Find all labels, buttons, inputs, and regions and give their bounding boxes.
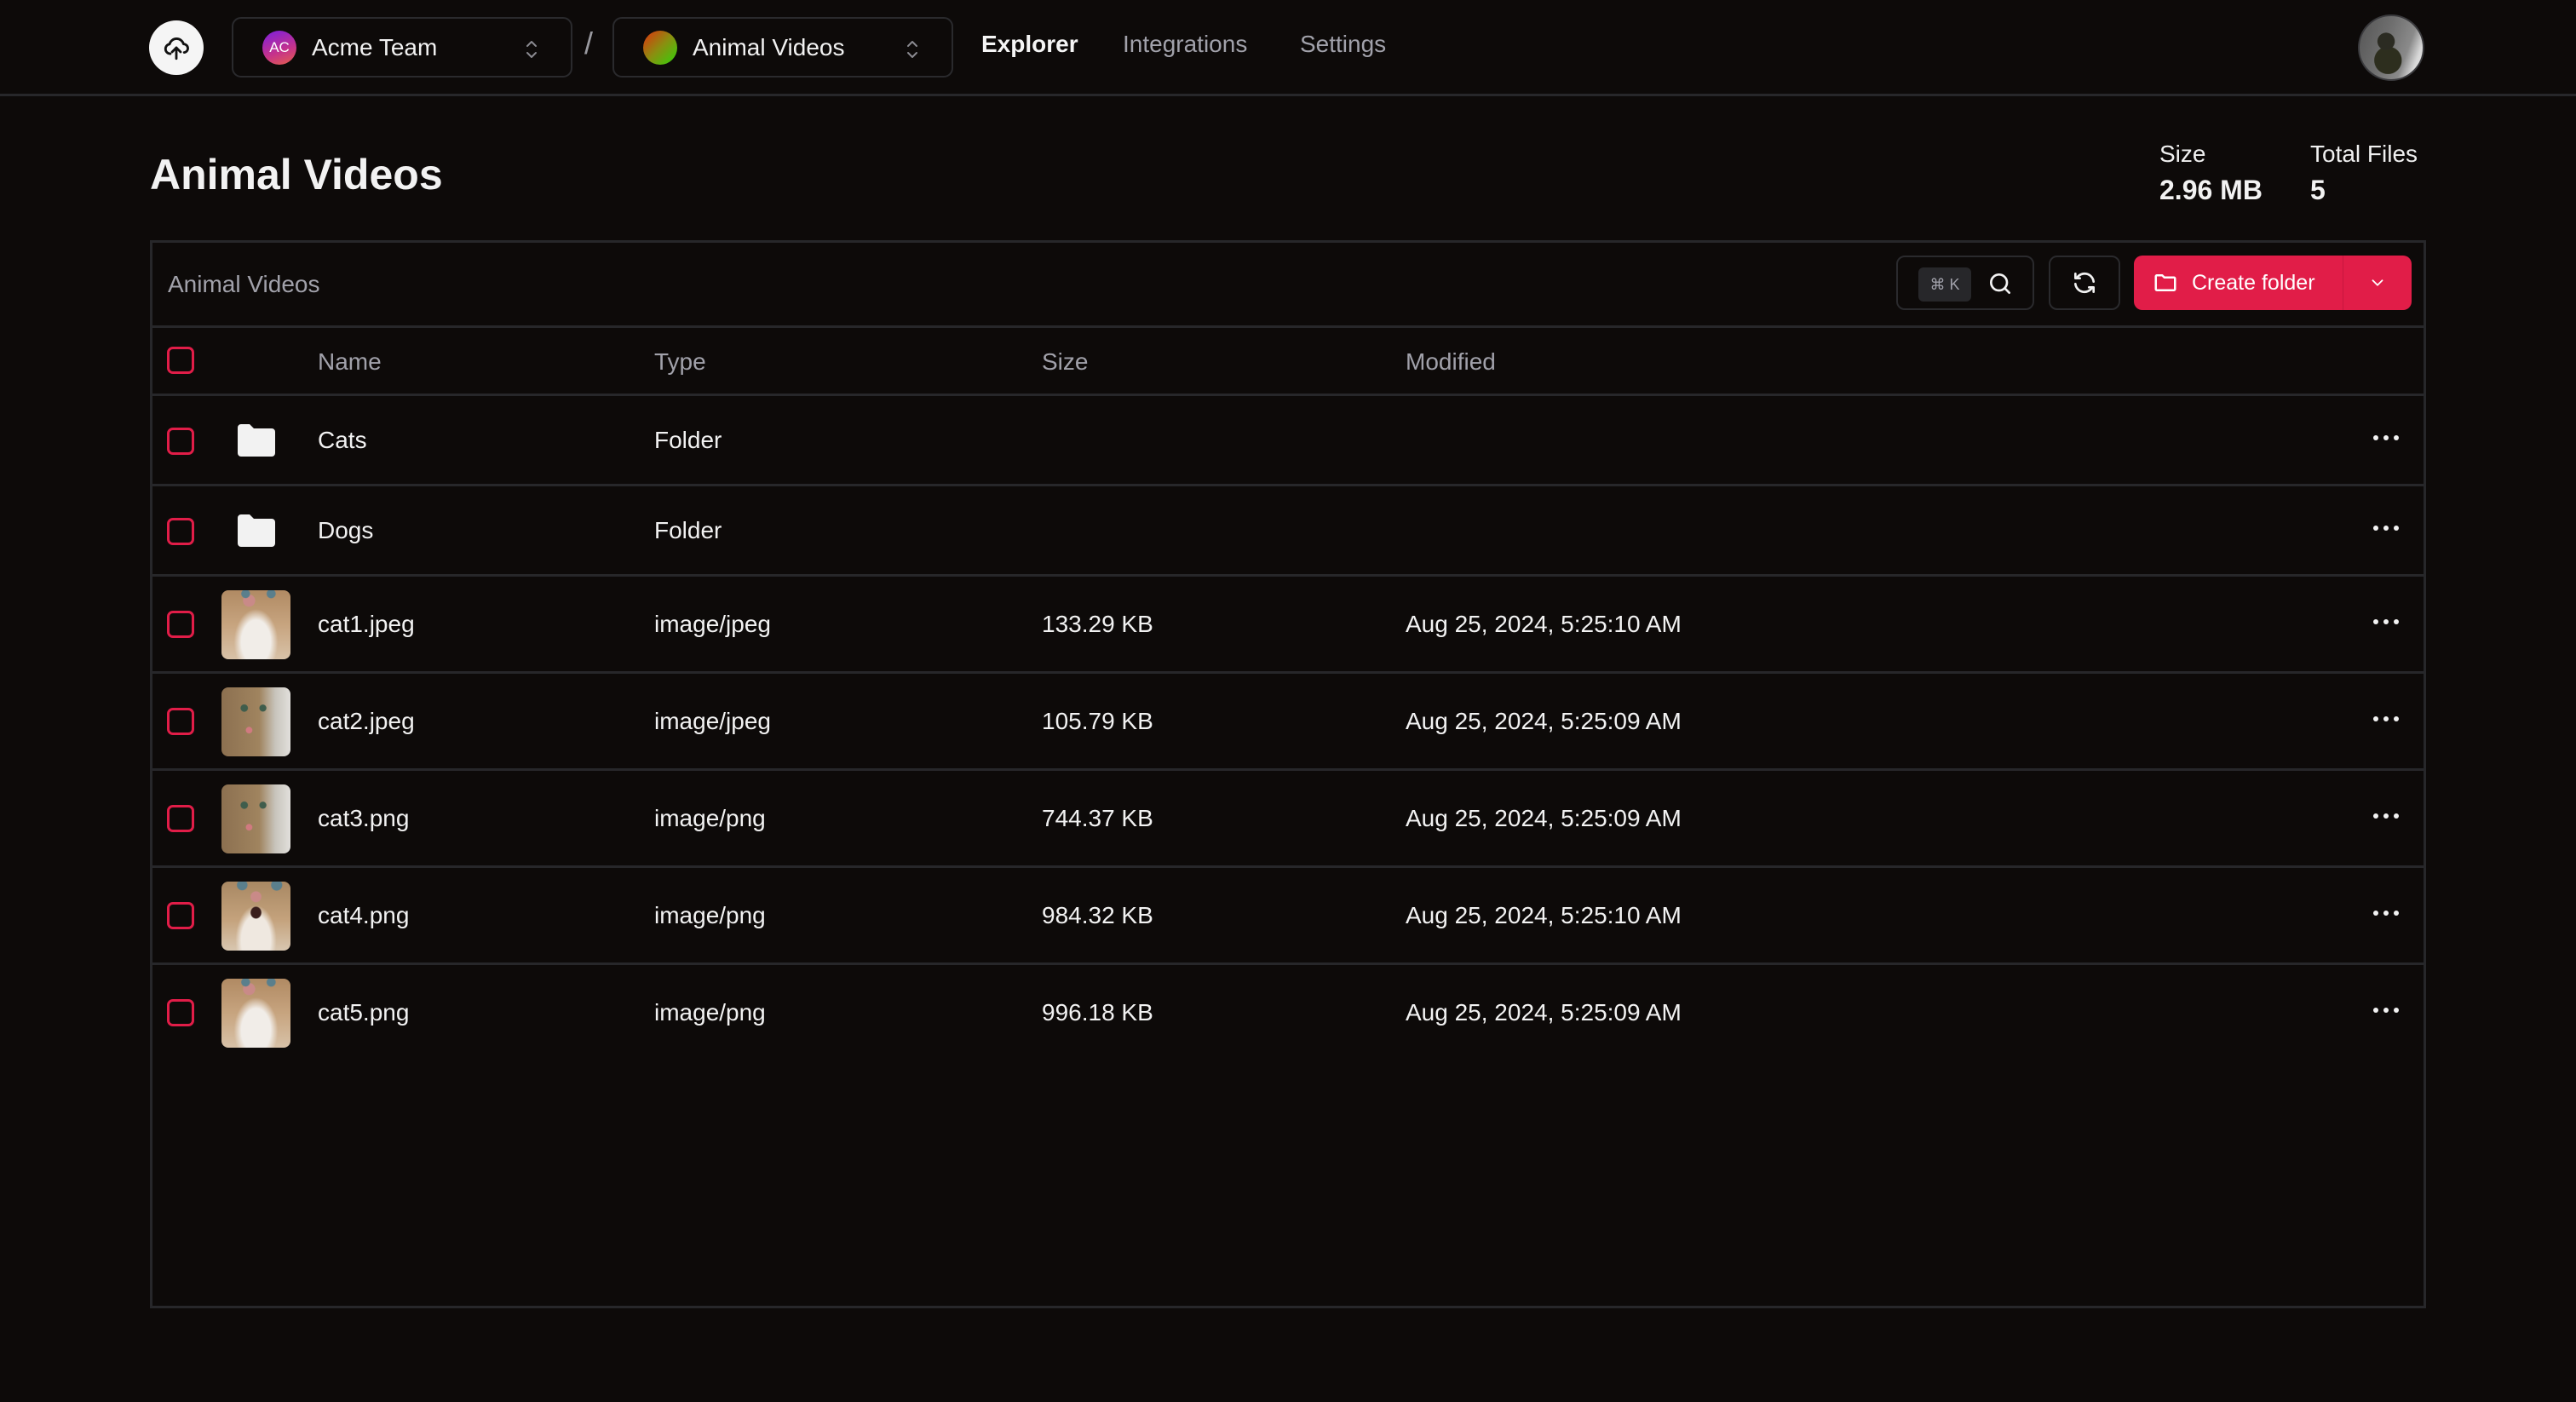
file-name[interactable]: cat3.png xyxy=(318,805,409,832)
file-explorer-panel: Animal Videos ⌘ K Create folder Name Typ… xyxy=(150,240,2426,1308)
refresh-icon xyxy=(2074,272,2095,294)
logo-button[interactable] xyxy=(149,20,204,75)
table-row[interactable]: cat5.png image/png 996.18 KB Aug 25, 202… xyxy=(152,965,2424,1062)
file-type: image/jpeg xyxy=(654,708,771,734)
more-actions-icon[interactable] xyxy=(2373,812,2399,820)
table-row[interactable]: cat3.png image/png 744.37 KB Aug 25, 202… xyxy=(152,771,2424,868)
chevron-up-down-icon xyxy=(526,41,537,58)
row-checkbox[interactable] xyxy=(167,805,194,832)
column-header-type[interactable]: Type xyxy=(654,348,706,376)
table-row[interactable]: cat2.jpeg image/jpeg 105.79 KB Aug 25, 2… xyxy=(152,674,2424,771)
size-stat-value: 2.96 MB xyxy=(2159,175,2263,205)
column-header-modified[interactable]: Modified xyxy=(1406,348,1496,376)
cloud-upload-icon xyxy=(164,37,189,60)
file-modified: Aug 25, 2024, 5:25:09 AM xyxy=(1406,708,1682,734)
project-avatar xyxy=(643,30,677,65)
image-thumbnail xyxy=(221,882,290,951)
nav-settings[interactable]: Settings xyxy=(1300,31,1386,58)
row-checkbox[interactable] xyxy=(167,999,194,1026)
table-row[interactable]: cat1.jpeg image/jpeg 133.29 KB Aug 25, 2… xyxy=(152,577,2424,674)
table-row[interactable]: cat4.png image/png 984.32 KB Aug 25, 202… xyxy=(152,868,2424,965)
create-options-dropdown[interactable] xyxy=(2343,256,2412,310)
more-actions-icon[interactable] xyxy=(2373,524,2399,532)
team-avatar: AC xyxy=(262,30,296,65)
project-name: Animal Videos xyxy=(693,33,845,60)
user-avatar[interactable] xyxy=(2358,14,2424,81)
table-header: Name Type Size Modified xyxy=(152,328,2424,396)
row-checkbox[interactable] xyxy=(167,428,194,455)
refresh-button[interactable] xyxy=(2049,256,2120,310)
total-files-stat-label: Total Files xyxy=(2310,141,2418,167)
file-type: Folder xyxy=(654,517,722,543)
row-checkbox[interactable] xyxy=(167,902,194,929)
top-bar: AC Acme Team / Animal Videos Explorer In… xyxy=(0,0,2576,96)
file-type: image/png xyxy=(654,999,766,1026)
image-thumbnail xyxy=(221,784,290,853)
more-actions-icon[interactable] xyxy=(2373,909,2399,917)
folder-outline-icon xyxy=(2154,274,2176,291)
more-actions-icon[interactable] xyxy=(2373,1006,2399,1014)
nav-integrations[interactable]: Integrations xyxy=(1123,31,1247,58)
create-folder-button-group: Create folder xyxy=(2134,256,2412,310)
file-type: Folder xyxy=(654,427,722,453)
column-header-name[interactable]: Name xyxy=(318,348,382,376)
file-type: image/png xyxy=(654,805,766,831)
file-name[interactable]: cat2.jpeg xyxy=(318,708,415,735)
file-modified: Aug 25, 2024, 5:25:09 AM xyxy=(1406,805,1682,831)
nav-explorer[interactable]: Explorer xyxy=(981,31,1078,58)
create-folder-button[interactable]: Create folder xyxy=(2134,256,2343,310)
folder-icon xyxy=(238,514,275,547)
row-checkbox[interactable] xyxy=(167,708,194,735)
image-thumbnail xyxy=(221,979,290,1048)
chevron-down-icon xyxy=(2372,279,2383,286)
more-actions-icon[interactable] xyxy=(2373,434,2399,442)
image-thumbnail xyxy=(221,590,290,659)
breadcrumb-separator: / xyxy=(584,26,594,60)
panel-toolbar: Animal Videos ⌘ K Create folder xyxy=(152,243,2424,328)
image-thumbnail xyxy=(221,687,290,756)
project-selector[interactable]: Animal Videos xyxy=(612,17,953,78)
team-name: Acme Team xyxy=(312,33,438,60)
file-name[interactable]: Cats xyxy=(318,427,367,454)
file-modified: Aug 25, 2024, 5:25:09 AM xyxy=(1406,999,1682,1026)
table-row[interactable]: Cats Folder xyxy=(152,396,2424,486)
page-title: Animal Videos xyxy=(150,151,443,198)
chevron-up-down-icon xyxy=(907,41,917,58)
column-header-size[interactable]: Size xyxy=(1042,348,1088,376)
size-stat-label: Size xyxy=(2159,141,2206,167)
file-type: image/jpeg xyxy=(654,611,771,637)
file-type: image/png xyxy=(654,902,766,928)
search-icon xyxy=(1990,273,2010,294)
table-row[interactable]: Dogs Folder xyxy=(152,486,2424,577)
file-size: 744.37 KB xyxy=(1042,805,1153,831)
keyboard-shortcut-badge: ⌘ K xyxy=(1918,267,1971,302)
total-files-stat-value: 5 xyxy=(2310,175,2326,205)
file-modified: Aug 25, 2024, 5:25:10 AM xyxy=(1406,902,1682,928)
row-checkbox[interactable] xyxy=(167,518,194,545)
more-actions-icon[interactable] xyxy=(2373,618,2399,626)
team-selector[interactable]: AC Acme Team xyxy=(232,17,572,78)
file-name[interactable]: cat1.jpeg xyxy=(318,611,415,638)
select-all-checkbox[interactable] xyxy=(167,347,194,374)
file-modified: Aug 25, 2024, 5:25:10 AM xyxy=(1406,611,1682,637)
more-actions-icon[interactable] xyxy=(2373,715,2399,723)
file-size: 133.29 KB xyxy=(1042,611,1153,637)
search-button[interactable]: ⌘ K xyxy=(1896,256,2034,310)
file-name[interactable]: cat4.png xyxy=(318,902,409,929)
file-size: 105.79 KB xyxy=(1042,708,1153,734)
panel-breadcrumb[interactable]: Animal Videos xyxy=(168,271,319,298)
file-size: 996.18 KB xyxy=(1042,999,1153,1026)
file-name[interactable]: cat5.png xyxy=(318,999,409,1026)
size-stat: Size 2.96 MB xyxy=(2159,141,2263,206)
file-size: 984.32 KB xyxy=(1042,902,1153,928)
folder-icon xyxy=(238,424,275,457)
create-folder-label: Create folder xyxy=(2192,270,2315,295)
row-checkbox[interactable] xyxy=(167,611,194,638)
file-name[interactable]: Dogs xyxy=(318,517,373,544)
total-files-stat: Total Files 5 xyxy=(2310,141,2418,206)
